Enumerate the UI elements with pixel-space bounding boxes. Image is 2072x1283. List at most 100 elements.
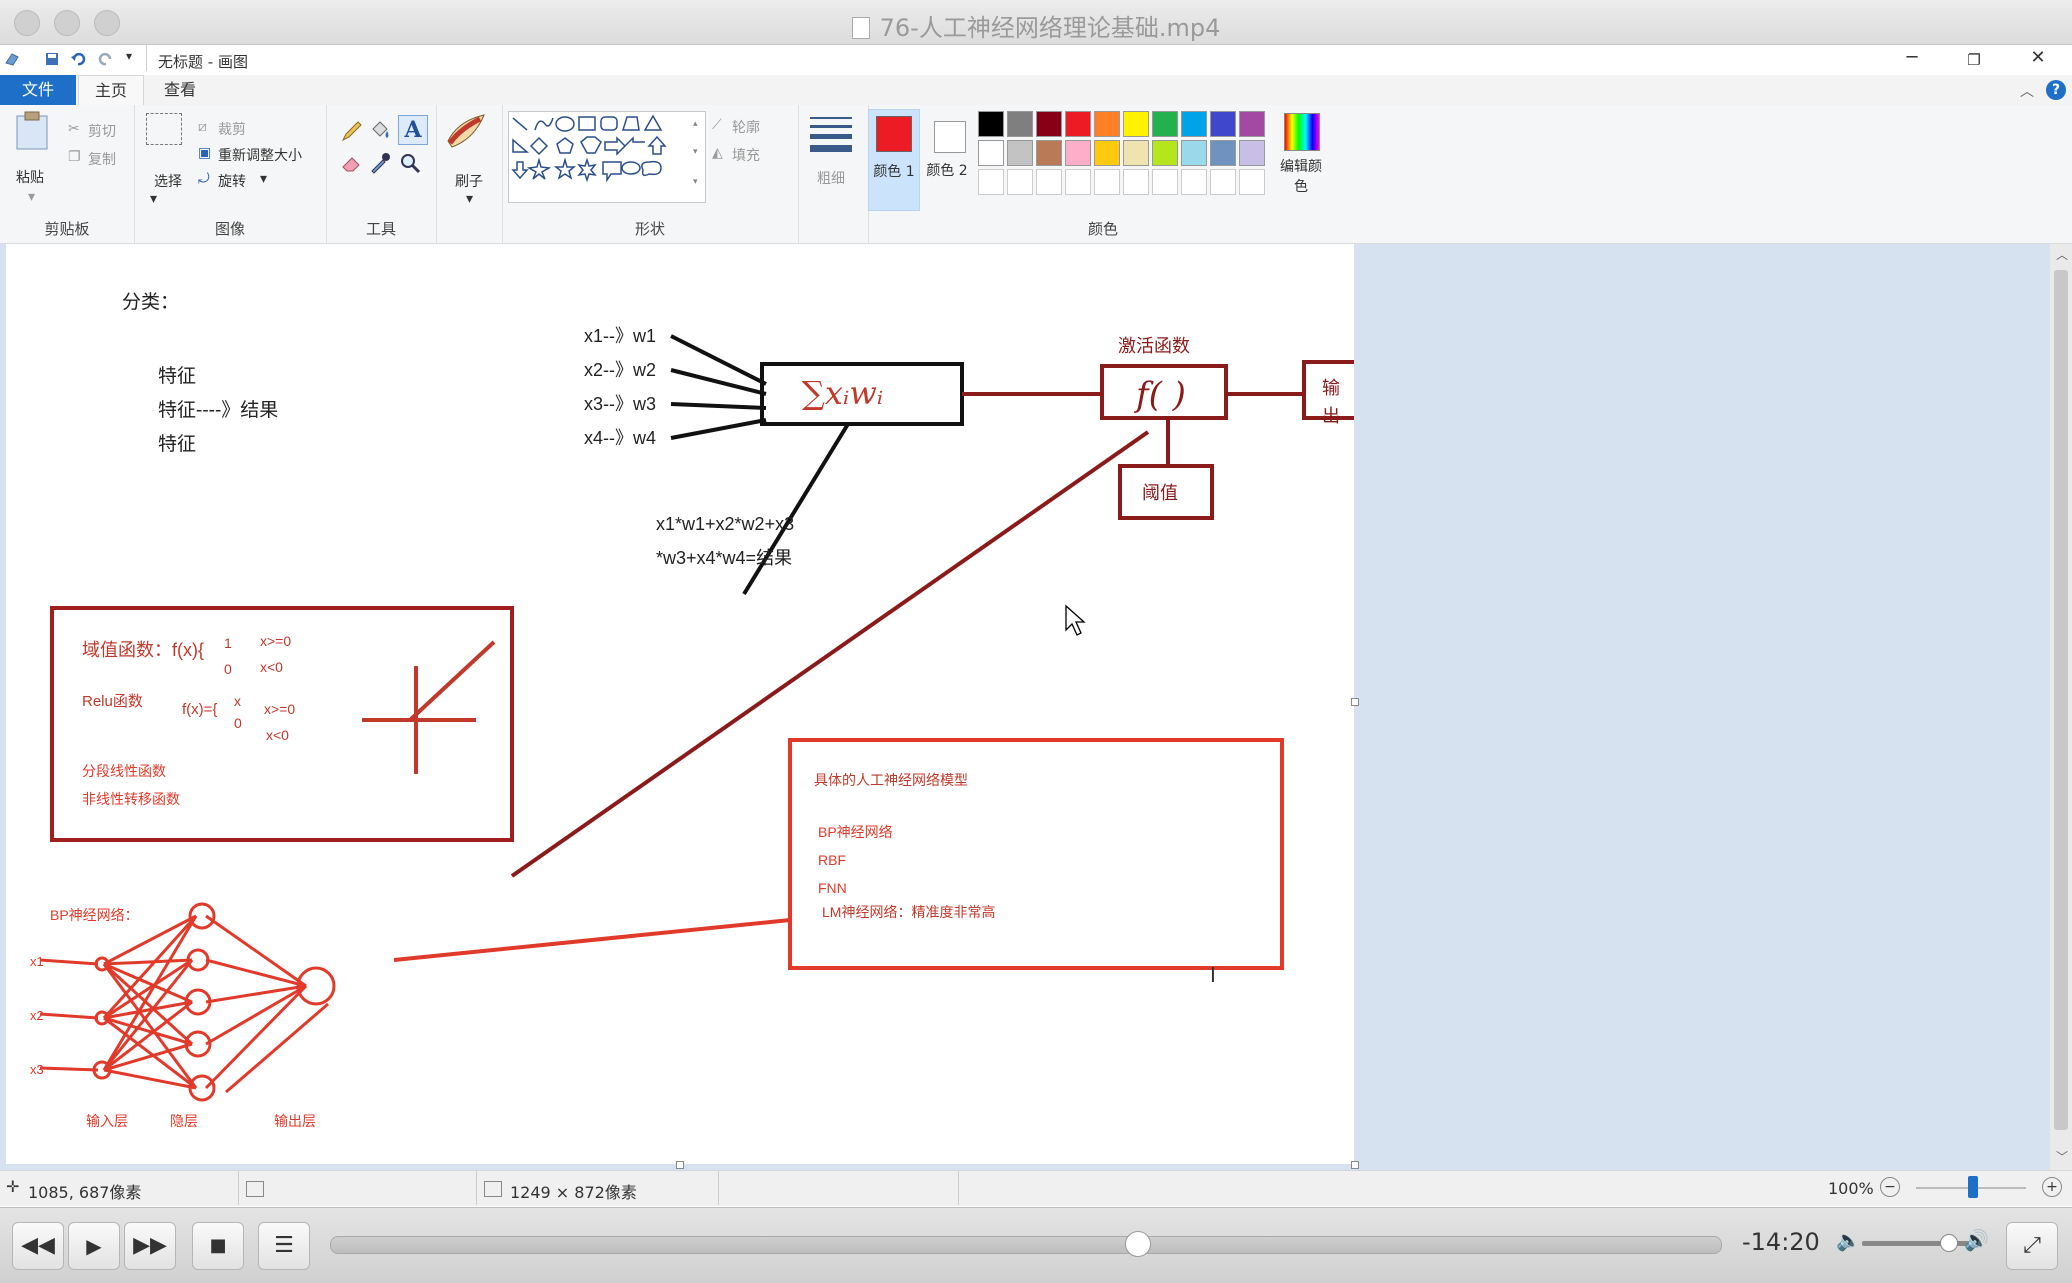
svg-text:▾: ▾ — [693, 147, 698, 157]
pencil-icon[interactable] — [340, 119, 364, 143]
brushes-dropdown-icon[interactable]: ▾ — [466, 191, 473, 207]
ribbon: 粘贴 ▾ ✂ 剪切 ❐ 复制 剪贴板 选择 ▾ ⧄ 裁剪 ▣ 重新调整大小 ⤾ … — [0, 105, 2072, 244]
fill-button[interactable]: 填充 — [732, 145, 760, 165]
fast-forward-icon[interactable]: ▶▶ — [124, 1222, 176, 1270]
threshold-cond-1: x>=0 — [260, 633, 291, 649]
paint-document-title: 无标题 - 画图 — [158, 53, 248, 71]
ribbon-tabs: 文件 主页 查看 ︿ ? — [0, 75, 2072, 106]
canvas-area: 分类： 特征 特征----》结果 特征 x1--》w1 x2--》w2 x3--… — [0, 244, 2050, 1170]
document-icon — [851, 17, 870, 39]
brush-icon[interactable] — [444, 111, 490, 151]
resize-handle-bottom[interactable] — [676, 1161, 684, 1169]
customize-qat-icon[interactable]: ▾ — [126, 49, 132, 63]
relu-case-1: x — [234, 693, 241, 709]
minimize-icon[interactable]: ─ — [1892, 47, 1932, 68]
redo-icon[interactable] — [98, 51, 114, 67]
time-remaining: -14:20 — [1742, 1228, 1820, 1256]
paste-dropdown-icon[interactable]: ▾ — [28, 189, 35, 205]
size-button[interactable]: 粗细 — [816, 171, 846, 187]
tab-view[interactable]: 查看 — [148, 75, 212, 105]
drawing-canvas[interactable]: 分类： 特征 特征----》结果 特征 x1--》w1 x2--》w2 x3--… — [6, 244, 1354, 1164]
copy-button[interactable]: 复制 — [88, 149, 116, 169]
text-cursor-icon: I — [1210, 963, 1216, 987]
copy-icon: ❐ — [68, 149, 81, 165]
zoom-slider-thumb[interactable] — [1968, 1176, 1978, 1198]
help-icon[interactable]: ? — [2046, 80, 2066, 100]
play-icon[interactable]: ▶ — [68, 1222, 120, 1270]
bp-output-layer: 输出层 — [274, 1113, 316, 1129]
brushes-button[interactable]: 刷子 — [452, 171, 486, 191]
relu-label: Relu函数 — [82, 693, 143, 710]
player-controls: ◀◀ ▶ ▶▶ ■ ☰ -14:20 🔈 🔊 ⤢ — [0, 1207, 2072, 1283]
eraser-icon[interactable] — [340, 151, 364, 175]
model-rbf: RBF — [818, 852, 846, 868]
size-group: 粗细 — [798, 105, 869, 243]
resize-handle-right[interactable] — [1351, 698, 1359, 706]
rotate-icon: ⤾ — [198, 171, 210, 187]
rotate-dropdown-icon[interactable]: ▾ — [260, 171, 267, 187]
scrollbar-thumb[interactable] — [2054, 270, 2068, 1130]
undo-icon[interactable] — [70, 51, 86, 67]
mute-icon[interactable]: 🔈 — [1836, 1228, 1861, 1252]
volume-knob[interactable] — [1940, 1234, 1958, 1252]
rotate-button[interactable]: 旋转 — [218, 171, 246, 191]
brushes-group: 刷子 ▾ — [436, 105, 503, 243]
svg-text:▴: ▴ — [693, 119, 698, 129]
restore-icon[interactable]: ❐ — [1954, 51, 1994, 69]
playlist-icon[interactable]: ☰ — [258, 1222, 310, 1270]
input-1: x1--》w1 — [584, 326, 656, 346]
mouse-cursor-icon — [1065, 604, 1086, 636]
drawing-svg: 分类： 特征 特征----》结果 特征 x1--》w1 x2--》w2 x3--… — [30, 291, 1354, 1129]
resize-icon: ▣ — [198, 145, 212, 161]
crop-button[interactable]: 裁剪 — [218, 119, 246, 139]
zoom-in-icon[interactable]: + — [2042, 1177, 2062, 1197]
shapes-group-label: 形状 — [634, 220, 665, 238]
tab-file[interactable]: 文件 — [0, 75, 76, 105]
progress-bar[interactable] — [330, 1231, 1722, 1257]
outline-button[interactable]: 轮廓 — [732, 117, 760, 137]
select-icon[interactable] — [146, 113, 182, 145]
select-button[interactable]: 选择 — [154, 171, 182, 191]
paste-icon[interactable] — [14, 111, 50, 151]
resize-button[interactable]: 重新调整大小 — [218, 145, 302, 165]
vertical-scrollbar[interactable]: ︿ ﹀ — [2050, 244, 2072, 1170]
rewind-icon[interactable]: ◀◀ — [12, 1222, 64, 1270]
relu-cond-1: x>=0 — [264, 701, 295, 717]
line-width-icon[interactable] — [810, 117, 852, 152]
fullscreen-icon[interactable]: ⤢ — [2006, 1222, 2058, 1270]
fill-bucket-icon[interactable] — [368, 119, 392, 143]
select-dropdown-icon[interactable]: ▾ — [150, 191, 157, 207]
magnifier-icon[interactable] — [398, 151, 422, 175]
stop-icon[interactable]: ■ — [192, 1222, 244, 1270]
text-tool-icon[interactable]: A — [398, 115, 428, 145]
save-icon[interactable] — [44, 51, 60, 67]
classify-title: 分类： — [122, 291, 179, 313]
paint-app-icon[interactable] — [4, 51, 20, 67]
piecewise-label: 分段线性函数 — [82, 763, 166, 779]
scroll-up-icon[interactable]: ︿ — [2056, 246, 2068, 263]
zoom-out-icon[interactable]: − — [1880, 1177, 1900, 1197]
window-titlebar: 76-人工神经网络理论基础.mp4 — [0, 0, 2072, 45]
collapse-ribbon-icon[interactable]: ︿ — [2020, 81, 2034, 101]
cut-button[interactable]: 剪切 — [88, 121, 116, 141]
bp-title: BP神经网络： — [50, 907, 139, 923]
relu-fx: f(x)={ — [182, 701, 217, 718]
progress-knob[interactable] — [1125, 1231, 1152, 1257]
functions-to-activation-line — [510, 430, 1150, 878]
volume-max-icon[interactable]: 🔊 — [1964, 1228, 1989, 1252]
quick-access-toolbar: ▾ 无标题 - 画图 ─ ❐ ✕ — [0, 45, 2072, 75]
colors-group: 颜色 — [868, 105, 1338, 243]
threshold-cond-2: x<0 — [260, 659, 283, 675]
color-picker-icon[interactable] — [368, 151, 392, 175]
svg-text:▾: ▾ — [693, 177, 698, 187]
relu-cond-2: x<0 — [266, 727, 289, 743]
shapes-gallery[interactable]: ▴ ▾ ▾ — [508, 111, 706, 203]
model-fnn: FNN — [818, 880, 847, 896]
volume-slider[interactable] — [1862, 1234, 1974, 1252]
paste-button[interactable]: 粘贴 — [16, 167, 44, 187]
scroll-down-icon[interactable]: ﹀ — [2056, 1148, 2068, 1165]
image-group: 选择 ▾ ⧄ 裁剪 ▣ 重新调整大小 ⤾ 旋转 ▾ 图像 — [134, 105, 327, 243]
resize-handle-corner[interactable] — [1351, 1161, 1359, 1169]
tab-home[interactable]: 主页 — [78, 75, 145, 106]
close-icon[interactable]: ✕ — [2018, 47, 2058, 68]
